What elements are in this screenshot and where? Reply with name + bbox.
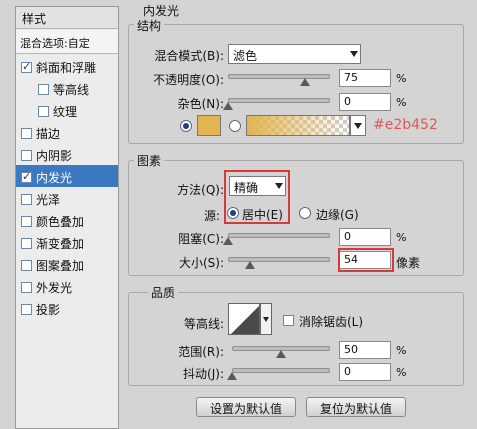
size-unit: 像素 xyxy=(396,256,421,270)
style-item-label: 外发光 xyxy=(36,281,73,295)
style-item-texture[interactable]: 纹理 xyxy=(16,99,118,121)
glow-color-swatch[interactable] xyxy=(197,115,221,136)
style-item-label: 等高线 xyxy=(53,83,90,97)
texture-checkbox[interactable] xyxy=(38,106,49,117)
chevron-down-icon xyxy=(263,317,269,322)
drop-shadow-checkbox[interactable] xyxy=(21,304,32,315)
opacity-input[interactable]: 75 xyxy=(339,69,391,87)
style-item-label: 描边 xyxy=(36,127,61,141)
outer-glow-checkbox[interactable] xyxy=(21,282,32,293)
style-item-label: 内发光 xyxy=(36,171,73,185)
gradient-overlay-checkbox[interactable] xyxy=(21,238,32,249)
color-hex-annotation: #e2b452 xyxy=(373,117,438,133)
reset-default-button[interactable]: 复位为默认值 xyxy=(306,397,406,417)
chevron-down-icon xyxy=(350,51,358,57)
size-label: 大小(S): xyxy=(178,256,224,270)
inner-shadow-checkbox[interactable] xyxy=(21,150,32,161)
choke-unit: % xyxy=(396,231,407,244)
elements-title: 图素 xyxy=(134,152,165,169)
choke-label: 阻塞(C): xyxy=(178,232,224,246)
range-unit: % xyxy=(396,344,407,357)
styles-panel: 样式 混合选项:自定 斜面和浮雕 等高线 纹理 描边 内阴影 内发光 光泽 颜色… xyxy=(15,6,119,429)
choke-slider[interactable] xyxy=(228,233,330,238)
choke-input[interactable]: 0 xyxy=(339,228,391,246)
style-item-label: 渐变叠加 xyxy=(36,237,85,251)
blending-options-item[interactable]: 混合选项:自定 xyxy=(16,30,118,54)
antialias-checkbox[interactable] xyxy=(283,315,294,326)
style-item-contour[interactable]: 等高线 xyxy=(16,77,118,99)
style-item-satin[interactable]: 光泽 xyxy=(16,187,118,209)
source-label: 源: xyxy=(203,209,220,223)
noise-input[interactable]: 0 xyxy=(339,93,391,111)
highlight-size xyxy=(338,248,394,272)
style-item-stroke[interactable]: 描边 xyxy=(16,121,118,143)
noise-unit: % xyxy=(396,96,407,109)
chevron-down-icon xyxy=(354,123,362,129)
opacity-slider[interactable] xyxy=(228,74,330,79)
antialias-label: 消除锯齿(L) xyxy=(299,315,364,329)
size-slider[interactable] xyxy=(228,257,330,262)
styles-title[interactable]: 样式 xyxy=(16,7,118,29)
source-edge-label: 边缘(G) xyxy=(316,208,359,222)
jitter-slider[interactable] xyxy=(232,368,330,373)
contour-checkbox[interactable] xyxy=(38,84,49,95)
style-item-label: 纹理 xyxy=(53,105,78,119)
structure-title: 结构 xyxy=(134,17,165,34)
noise-slider[interactable] xyxy=(228,98,330,103)
size-slider-thumb[interactable] xyxy=(245,261,256,269)
blend-mode-value: 滤色 xyxy=(233,49,258,63)
style-item-drop-shadow[interactable]: 投影 xyxy=(16,297,118,319)
color-overlay-checkbox[interactable] xyxy=(21,216,32,227)
range-label: 范围(R): xyxy=(178,345,224,359)
contour-label: 等高线: xyxy=(183,317,224,331)
style-item-label: 斜面和浮雕 xyxy=(36,61,97,75)
style-item-color-overlay[interactable]: 颜色叠加 xyxy=(16,209,118,231)
style-item-label: 颜色叠加 xyxy=(36,215,85,229)
noise-label: 杂色(N): xyxy=(177,97,224,111)
style-item-label: 光泽 xyxy=(36,193,61,207)
style-item-gradient-overlay[interactable]: 渐变叠加 xyxy=(16,231,118,253)
contour-dropdown[interactable] xyxy=(260,303,272,335)
bevel-emboss-checkbox[interactable] xyxy=(21,60,32,74)
blend-mode-select[interactable]: 滤色 xyxy=(228,44,361,64)
style-item-label: 投影 xyxy=(36,303,61,317)
style-item-inner-glow[interactable]: 内发光 xyxy=(16,165,118,187)
jitter-label: 抖动(J): xyxy=(183,367,224,381)
gradient-swatch[interactable] xyxy=(246,115,350,136)
opacity-label: 不透明度(O): xyxy=(153,73,224,87)
contour-picker[interactable] xyxy=(228,303,260,335)
gradient-dropdown[interactable] xyxy=(350,115,366,136)
contour-curve-icon xyxy=(231,306,259,334)
style-item-bevel-emboss[interactable]: 斜面和浮雕 xyxy=(16,55,118,77)
style-item-label: 内阴影 xyxy=(36,149,73,163)
jitter-unit: % xyxy=(396,366,407,379)
style-item-pattern-overlay[interactable]: 图案叠加 xyxy=(16,253,118,275)
quality-title: 品质 xyxy=(148,284,179,301)
choke-slider-thumb[interactable] xyxy=(223,237,233,245)
range-input[interactable]: 50 xyxy=(339,341,391,359)
opacity-unit: % xyxy=(396,72,407,85)
jitter-slider-thumb[interactable] xyxy=(227,372,237,380)
opacity-slider-thumb[interactable] xyxy=(299,78,310,86)
style-item-outer-glow[interactable]: 外发光 xyxy=(16,275,118,297)
jitter-input[interactable]: 0 xyxy=(339,363,391,381)
gradient-radio[interactable] xyxy=(229,120,241,132)
method-label: 方法(Q): xyxy=(177,183,224,197)
satin-checkbox[interactable] xyxy=(21,194,32,205)
set-default-button[interactable]: 设置为默认值 xyxy=(196,397,296,417)
style-item-label: 图案叠加 xyxy=(36,259,85,273)
noise-slider-thumb[interactable] xyxy=(223,102,233,110)
highlight-method-source xyxy=(224,170,290,224)
style-item-inner-shadow[interactable]: 内阴影 xyxy=(16,143,118,165)
stroke-checkbox[interactable] xyxy=(21,128,32,139)
source-edge-radio[interactable] xyxy=(299,207,311,219)
pattern-overlay-checkbox[interactable] xyxy=(21,260,32,271)
inner-glow-checkbox[interactable] xyxy=(21,170,32,184)
solid-color-radio[interactable] xyxy=(180,120,192,132)
range-slider-thumb[interactable] xyxy=(276,350,286,358)
blend-mode-label: 混合模式(B): xyxy=(154,49,224,63)
